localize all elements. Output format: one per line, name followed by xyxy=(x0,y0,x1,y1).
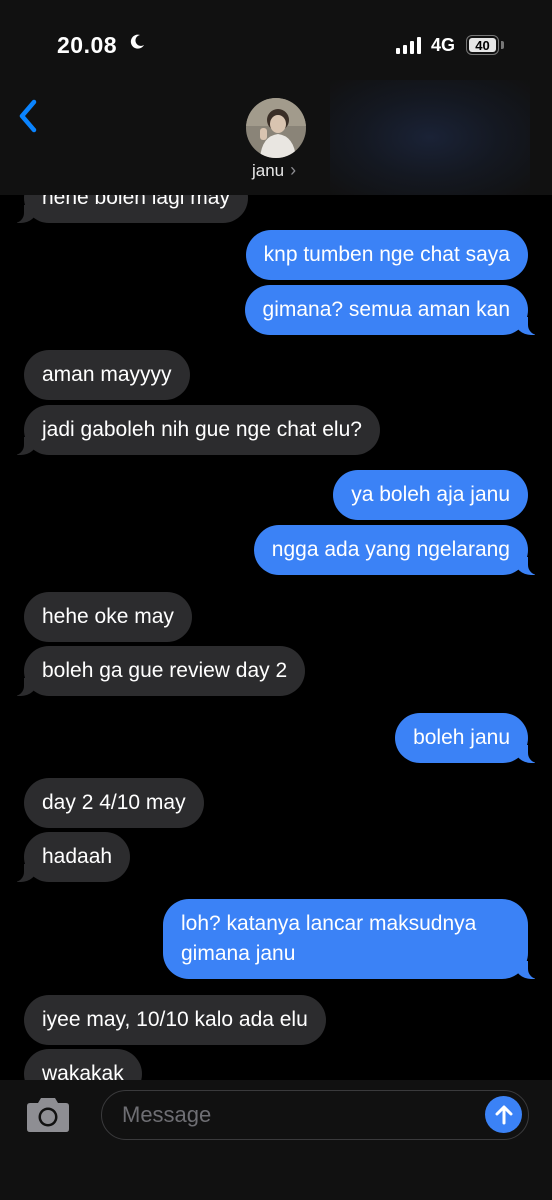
moon-icon xyxy=(130,34,144,49)
message-bubble[interactable]: ya boleh aja janu xyxy=(333,470,528,520)
message-bubble[interactable]: boleh ga gue review day 2 xyxy=(13,646,306,696)
status-bar: 20.08 4G 40 xyxy=(0,0,552,80)
arrow-up-icon xyxy=(495,1105,512,1124)
back-chevron-icon[interactable] xyxy=(14,96,44,136)
message-bubble[interactable]: iyee may, 10/10 kalo ada elu xyxy=(24,995,326,1045)
network-type: 4G xyxy=(431,35,456,55)
message-bubble[interactable]: boleh janu xyxy=(395,713,538,763)
send-button[interactable] xyxy=(485,1096,522,1133)
status-time: 20.08 xyxy=(57,32,118,58)
message-bubble[interactable]: gimana? semua aman kan xyxy=(244,285,539,335)
signal-icon xyxy=(396,36,421,54)
battery-icon: 40 xyxy=(466,35,499,55)
chevron-right-icon: › xyxy=(290,160,297,180)
message-bubble[interactable]: aman mayyyy xyxy=(24,350,190,400)
message-bubble[interactable]: jadi gaboleh nih gue nge chat elu? xyxy=(14,405,380,455)
header-blur xyxy=(330,80,530,195)
battery-level: 40 xyxy=(469,38,496,53)
message-bubble[interactable]: knp tumben nge chat saya xyxy=(245,230,528,280)
message-placeholder: Message xyxy=(122,1102,212,1127)
conversation-header: janu › xyxy=(0,80,552,195)
contact-name: janu xyxy=(252,160,285,180)
avatar[interactable] xyxy=(246,98,306,158)
message-bubble[interactable]: loh? katanya lancar maksudnya gimana jan… xyxy=(163,899,538,979)
compose-bar: Message xyxy=(0,1080,552,1200)
message-bubble[interactable]: hehe oke may xyxy=(24,592,192,642)
message-bubble[interactable]: day 2 4/10 may xyxy=(24,778,204,828)
message-bubble[interactable]: wakakak xyxy=(14,1049,142,1080)
message-input[interactable]: Message xyxy=(101,1090,529,1140)
battery-nub xyxy=(501,41,504,49)
contact-name-button[interactable]: janu › xyxy=(252,160,296,181)
camera-icon[interactable] xyxy=(23,1096,73,1134)
message-bubble[interactable]: hadaah xyxy=(13,832,131,882)
message-bubble[interactable]: hehe boleh lagi may xyxy=(14,195,248,223)
message-bubble[interactable]: ngga ada yang ngelarang xyxy=(253,525,539,575)
message-list: hehe boleh lagi may knp tumben nge chat … xyxy=(0,195,552,1080)
